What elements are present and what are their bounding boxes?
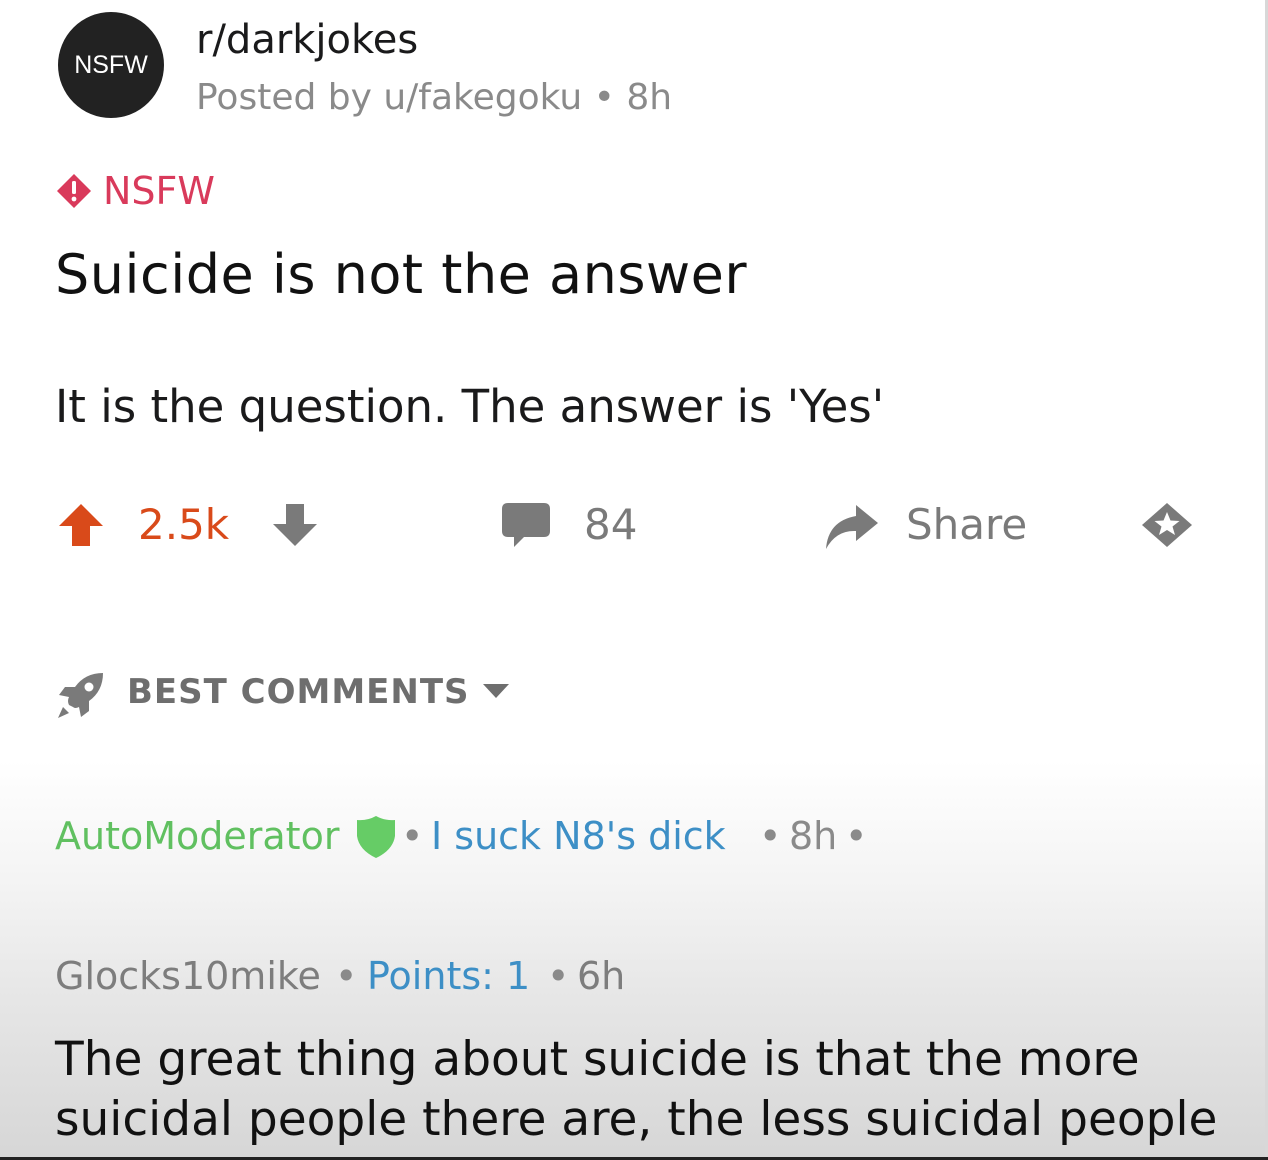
comment-age: 8h bbox=[789, 814, 838, 858]
user-flair: I suck N8's dick bbox=[431, 814, 726, 858]
speech-bubble-icon[interactable] bbox=[500, 501, 552, 549]
comment-points: Points: 1 bbox=[367, 954, 531, 998]
warning-diamond-icon bbox=[57, 174, 91, 208]
post-meta: Posted by u/fakegoku • 8h bbox=[196, 75, 672, 121]
post-title: Suicide is not the answer bbox=[55, 243, 748, 306]
meta-separator: • bbox=[845, 814, 868, 858]
award-star-icon[interactable] bbox=[1140, 501, 1194, 549]
chevron-down-icon bbox=[483, 684, 509, 698]
meta-separator: • bbox=[335, 954, 358, 998]
comment-body-line: The great thing about suicide is that th… bbox=[55, 1032, 1140, 1087]
comment-count[interactable]: 84 bbox=[584, 497, 637, 553]
upvote-arrow-icon[interactable] bbox=[56, 501, 106, 549]
share-button[interactable]: Share bbox=[906, 497, 1027, 553]
meta-separator: • bbox=[547, 954, 570, 998]
share-arrow-icon[interactable] bbox=[822, 501, 880, 551]
comment-body-line: suicidal people there are, the less suic… bbox=[55, 1092, 1218, 1147]
post-action-bar: 2.5k 84 Share bbox=[0, 495, 1268, 555]
post-view: NSFW r/darkjokes Posted by u/fakegoku • … bbox=[0, 0, 1268, 1160]
comment-author[interactable]: Glocks10mike bbox=[55, 950, 321, 1002]
posted-by[interactable]: Posted by u/fakegoku bbox=[196, 77, 582, 118]
post-age: 8h bbox=[626, 77, 673, 118]
meta-separator: • bbox=[401, 814, 424, 858]
subreddit-avatar[interactable]: NSFW bbox=[58, 12, 164, 118]
meta-separator: • bbox=[759, 814, 782, 858]
moderator-shield-icon bbox=[357, 816, 395, 858]
nsfw-tag: NSFW bbox=[55, 170, 215, 212]
rocket-icon bbox=[58, 673, 103, 718]
sort-label: BEST COMMENTS bbox=[127, 672, 470, 712]
subreddit-name[interactable]: r/darkjokes bbox=[196, 14, 418, 66]
meta-separator: • bbox=[593, 77, 615, 118]
avatar-label: NSFW bbox=[74, 50, 148, 79]
comment-age: 6h bbox=[577, 954, 626, 998]
comment-body: The great thing about suicide is that th… bbox=[55, 1030, 1245, 1150]
comment-author[interactable]: AutoModerator bbox=[55, 810, 339, 862]
nsfw-label: NSFW bbox=[103, 169, 215, 213]
downvote-arrow-icon[interactable] bbox=[270, 501, 320, 549]
post-body: It is the question. The answer is 'Yes' bbox=[55, 380, 885, 433]
vote-score: 2.5k bbox=[138, 500, 230, 549]
